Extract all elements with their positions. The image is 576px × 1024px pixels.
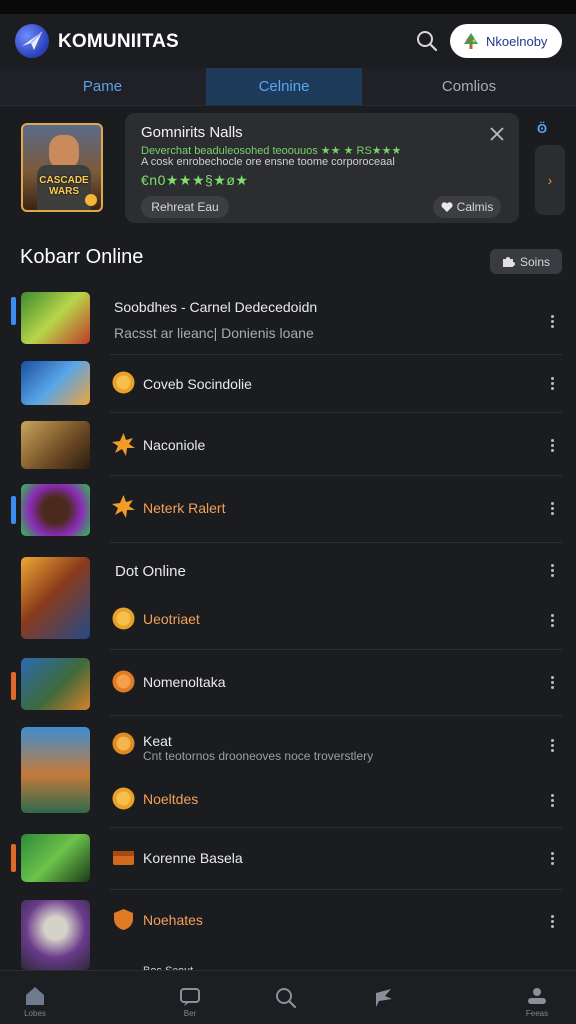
list-item-title: Neterk Ralert [143, 500, 226, 516]
account-pill-label: Nkoelnoby [486, 33, 548, 49]
chest-badge-icon [111, 844, 136, 869]
section-action-label: Soins [519, 254, 551, 269]
list-item[interactable]: Noehates Bos Scout [0, 890, 576, 977]
tab-bar: Pame Celnine Comlios [0, 68, 576, 106]
close-icon[interactable] [488, 125, 506, 143]
nav-home[interactable]: Lobes [5, 971, 65, 1024]
notification-card: Gomnirits Nalls Deverchat beaduleosohed … [125, 113, 519, 223]
account-pill-button[interactable]: Nkoelnoby [450, 24, 562, 58]
list-item-subtitle: Cnt teotornos drooneoves noce troverstle… [143, 749, 374, 763]
list-item[interactable]: Soobdhes - Carnel Dedecedoidn Racsst ar … [0, 283, 576, 355]
list-item-title: Coveb Socindolie [143, 376, 252, 392]
featured-game-thumbnail[interactable]: CASCADE WARS [21, 123, 103, 212]
list-item-title: Korenne Basela [143, 850, 243, 866]
puzzle-icon [502, 257, 515, 267]
more-options-icon[interactable] [546, 674, 558, 690]
list-item-title: Dot Online [115, 563, 186, 580]
more-options-icon[interactable] [546, 313, 558, 329]
game-thumbnail [21, 727, 90, 813]
list-item[interactable]: Neterk Ralert [0, 476, 576, 543]
flag-icon [376, 989, 392, 1007]
coin-badge-icon [111, 786, 136, 811]
more-options-icon[interactable] [546, 612, 558, 628]
list-item-title: Soobdhes - Carnel Dedecedoidn [114, 299, 318, 315]
game-thumbnail [21, 557, 90, 639]
more-options-icon[interactable] [546, 437, 558, 453]
burst-badge-icon [111, 494, 136, 519]
more-options-icon[interactable] [546, 375, 558, 391]
list-item-sublabel: Ueotriaet [143, 611, 200, 627]
section-action-button[interactable]: Soins [490, 249, 562, 274]
nav-profile[interactable]: Feeas [507, 971, 567, 1024]
game-thumbnail [21, 421, 90, 469]
more-options-icon[interactable] [546, 562, 558, 578]
top-app-bar: KOMUNIITAS Nkoelnoby [0, 14, 576, 68]
notification-rating: €n0★★★§★ø★ [141, 172, 249, 188]
app-title: KOMUNIITAS [58, 31, 179, 52]
nav-chat-label: Ber [183, 1009, 197, 1018]
status-bar [0, 0, 576, 14]
tab-celnine[interactable]: Celnine [206, 68, 362, 105]
search-icon[interactable] [414, 28, 440, 54]
coin-badge-icon [111, 731, 136, 756]
home-icon [26, 987, 44, 1005]
list-item[interactable]: Korenne Basela [0, 828, 576, 890]
list-item-subtitle: Racsst ar lieanc| Donienis loane [114, 325, 314, 341]
game-thumbnail [21, 658, 90, 710]
coin-icon [85, 194, 97, 206]
notification-secondary-label: Calmis [456, 200, 494, 214]
notification-line-2: A cosk enrobechocle ore ensne toome corp… [141, 156, 395, 168]
list-item-title: Keat [143, 733, 172, 749]
nav-flag[interactable] [354, 971, 414, 1024]
list-item[interactable]: Keat Cnt teotornos drooneoves noce trove… [0, 716, 576, 828]
gamepad-icon[interactable]: ʘ̈ [537, 121, 555, 137]
tab-pame[interactable]: Pame [0, 68, 205, 105]
coin-badge-icon [111, 606, 136, 631]
shield-badge-icon [111, 907, 136, 932]
coin-badge-icon [111, 669, 136, 694]
list-item[interactable]: Coveb Socindolie [0, 355, 576, 413]
nav-profile-label: Feeas [525, 1009, 549, 1018]
nav-home-label: Lobes [24, 1009, 46, 1018]
list-item-title: Naconiole [143, 437, 206, 453]
list-item[interactable]: Naconiole [0, 413, 576, 476]
profile-icon [528, 988, 546, 1004]
game-thumbnail [21, 834, 90, 882]
list-item[interactable]: Dot Online Ueotriaet [0, 543, 576, 650]
game-thumbnail [21, 900, 90, 970]
tree-icon [464, 33, 478, 49]
more-options-icon[interactable] [546, 792, 558, 808]
nav-search[interactable] [256, 971, 316, 1024]
unread-indicator [11, 844, 16, 872]
unread-indicator [11, 496, 16, 524]
notification-primary-button[interactable]: Rehreat Eau [141, 196, 229, 218]
list-item-sublabel: Noeltdes [143, 791, 199, 807]
more-options-icon[interactable] [546, 737, 558, 753]
nav-chat[interactable]: Ber [160, 971, 220, 1024]
more-options-icon[interactable] [546, 850, 558, 866]
chat-icon [180, 988, 200, 1006]
more-options-icon[interactable] [546, 913, 558, 929]
game-thumbnail [21, 361, 90, 405]
burst-badge-icon [111, 432, 136, 457]
section-title: Kobarr Online [20, 246, 144, 268]
coin-badge-icon [111, 370, 136, 395]
tab-comlios[interactable]: Comlios [362, 68, 576, 105]
list-item[interactable]: Nomenoltaka [0, 650, 576, 716]
notification-secondary-button[interactable]: Calmis [433, 196, 501, 218]
next-card-arrow-icon[interactable]: › [535, 145, 565, 215]
list-item-title: Nomenoltaka [143, 674, 226, 690]
list-item-title: Noehates [143, 912, 203, 928]
notification-title: Gomnirits Nalls [141, 124, 243, 141]
search-icon [276, 988, 297, 1009]
unread-indicator [11, 672, 16, 700]
game-thumbnail [21, 484, 90, 536]
bottom-navigation: Lobes Ber Feeas [0, 970, 576, 1024]
unread-indicator [11, 297, 16, 325]
more-options-icon[interactable] [546, 500, 558, 516]
game-thumbnail [21, 292, 90, 344]
app-logo-icon [15, 24, 49, 58]
heart-icon [441, 202, 453, 212]
